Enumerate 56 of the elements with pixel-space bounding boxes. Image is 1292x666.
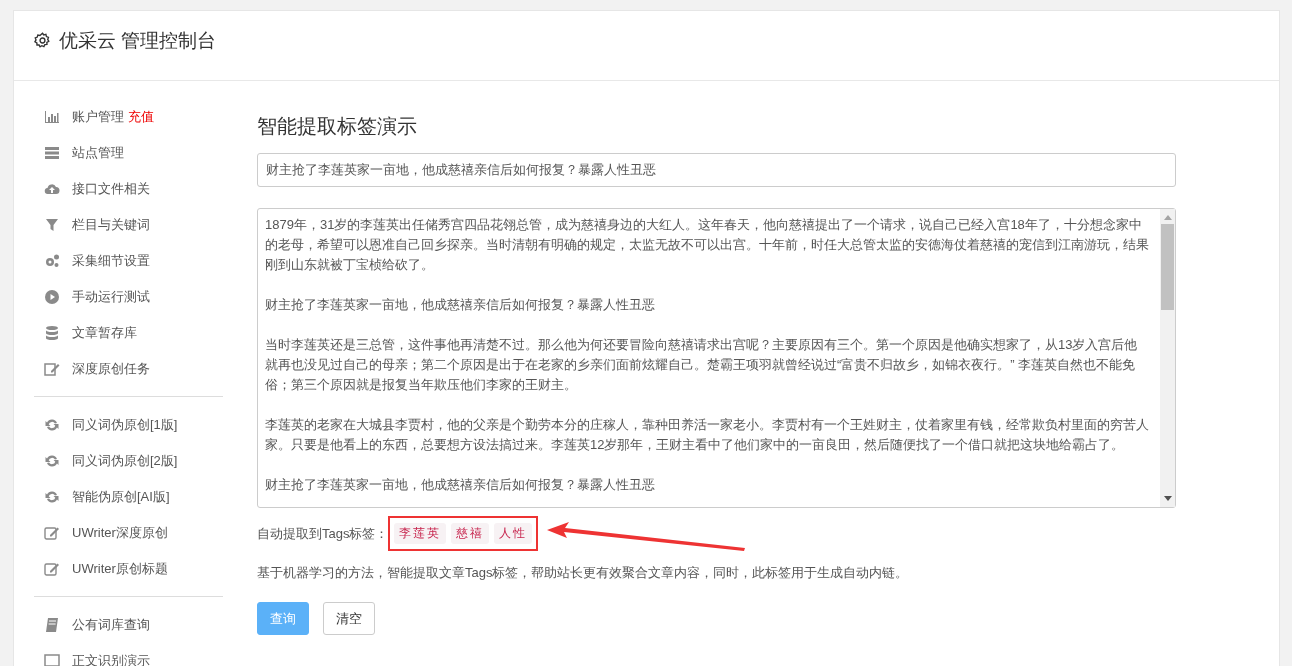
menu-label: 公有词库查询: [72, 616, 150, 634]
tags-label: 自动提取到Tags标签：: [257, 524, 389, 543]
menu-label: UWriter深度原创: [72, 524, 168, 542]
sidebar-item[interactable]: UWriter原创标题: [34, 551, 223, 587]
menu-label: 栏目与关键词: [72, 216, 150, 234]
book-icon: [44, 617, 60, 633]
sidebar-item[interactable]: 同义词伪原创[1版]: [34, 407, 223, 443]
clear-button[interactable]: 清空: [323, 602, 375, 635]
sidebar-item[interactable]: 智能伪原创[AI版]: [34, 479, 223, 515]
menu-label: 采集细节设置: [72, 252, 150, 270]
menu-label: 接口文件相关: [72, 180, 150, 198]
monitor-icon: [44, 653, 60, 666]
menu-label: 深度原创任务: [72, 360, 150, 378]
section-title: 智能提取标签演示: [257, 114, 418, 139]
sidebar-item[interactable]: 站点管理: [34, 135, 223, 171]
menu-label: 同义词伪原创[1版]: [72, 416, 178, 434]
server-icon: [44, 145, 60, 161]
settings-icon: [34, 32, 51, 49]
scrollbar[interactable]: [1160, 209, 1175, 507]
description-text: 基于机器学习的方法，智能提取文章Tags标签，帮助站长更有效聚合文章内容，同时，此标签用于生成自动内链。: [257, 564, 910, 582]
sidebar-item[interactable]: 接口文件相关: [34, 171, 223, 207]
sidebar-item[interactable]: 深度原创任务: [34, 351, 223, 387]
sidebar-item[interactable]: 同义词伪原创[2版]: [34, 443, 223, 479]
bar-chart-icon: [44, 109, 60, 125]
sidebar-item[interactable]: UWriter深度原创: [34, 515, 223, 551]
edit-icon: [44, 561, 60, 577]
menu-label: 同义词伪原创[2版]: [72, 452, 178, 470]
menu-label: UWriter原创标题: [72, 560, 168, 578]
sidebar-item[interactable]: 栏目与关键词: [34, 207, 223, 243]
filter-icon: [44, 217, 60, 233]
tag: 人性: [494, 523, 533, 544]
edit-icon: [44, 525, 60, 541]
play-icon: [44, 289, 60, 305]
sidebar-item[interactable]: 账户管理 充值: [34, 99, 223, 135]
sidebar-item[interactable]: 文章暂存库: [34, 315, 223, 351]
refresh-icon: [44, 417, 60, 433]
pencil-icon: [44, 361, 60, 377]
tag: 慈禧: [451, 523, 490, 544]
menu-label: 智能伪原创[AI版]: [72, 488, 170, 506]
sidebar-item[interactable]: 采集细节设置: [34, 243, 223, 279]
cloud-upload-icon: [44, 181, 60, 197]
menu-label: 账户管理: [72, 108, 124, 126]
menu-label: 文章暂存库: [72, 324, 137, 342]
database-icon: [44, 325, 60, 341]
menu-label: 站点管理: [72, 144, 124, 162]
refresh-icon: [44, 453, 60, 469]
title-field[interactable]: 财主抢了李莲英家一亩地，他成慈禧亲信后如何报复？暴露人性丑恶: [257, 153, 1176, 187]
menu-label: 手动运行测试: [72, 288, 150, 306]
recharge-link[interactable]: 充值: [128, 108, 154, 126]
refresh-icon: [44, 489, 60, 505]
console-title: 优采云 管理控制台: [59, 28, 217, 53]
sidebar-item[interactable]: 手动运行测试: [34, 279, 223, 315]
tag: 李莲英: [394, 523, 447, 544]
gears-icon: [44, 253, 60, 269]
sidebar-item[interactable]: 公有词库查询: [34, 607, 223, 643]
article-field[interactable]: 1879年，31岁的李莲英出任储秀宫四品花翎总管，成为慈禧身边的大红人。这年春天，他向慈禧提出了一个请求，说自己已经入宫18年了，十分想念家中的老母，希望可以恩准自己回乡探亲。当时清朝有明确的规定，太监无故不可以出宫。十年前，时任大总管太监的安德海仗着慈禧的宠信到江南游玩，结果刚到山东就被丁宝桢给砍了。 财主抢了李莲英家一亩地，他成慈禧亲信后如何报复？暴露人性丑恶 当时李莲英还是三总管，这件事他再清楚不过。那么他为何还要冒险向慈禧请求出宫呢？主要原因有三个。第一个原因是他确实想家了，从13岁入宫后他就再也没见过自己的母亲；第二个原因是出于在老家的乡亲们面前炫耀自己。楚霸王项羽就曾经说过“富贵不归故乡，如锦衣夜行。” 李莲英自然也不能免俗；第三个原因就是报复当年欺压他们李家的王财主。 李莲英的老家在大城县李贾村，他的父亲是个勤劳本分的庄稼人，靠种田养活一家老小。李贾村有一个王姓财主，仗着家里有钱，经常欺负村里面的穷苦人家。只要是他看上的东西，总要想方设法搞过来。李莲英12岁那年，王财主看中了他们家中的一亩良田，然后随便找了一个借口就把这块地给霸占了。 财主抢了李莲英家一亩地，他成慈禧亲信后如何报复？暴露人性丑恶: [257, 208, 1176, 508]
